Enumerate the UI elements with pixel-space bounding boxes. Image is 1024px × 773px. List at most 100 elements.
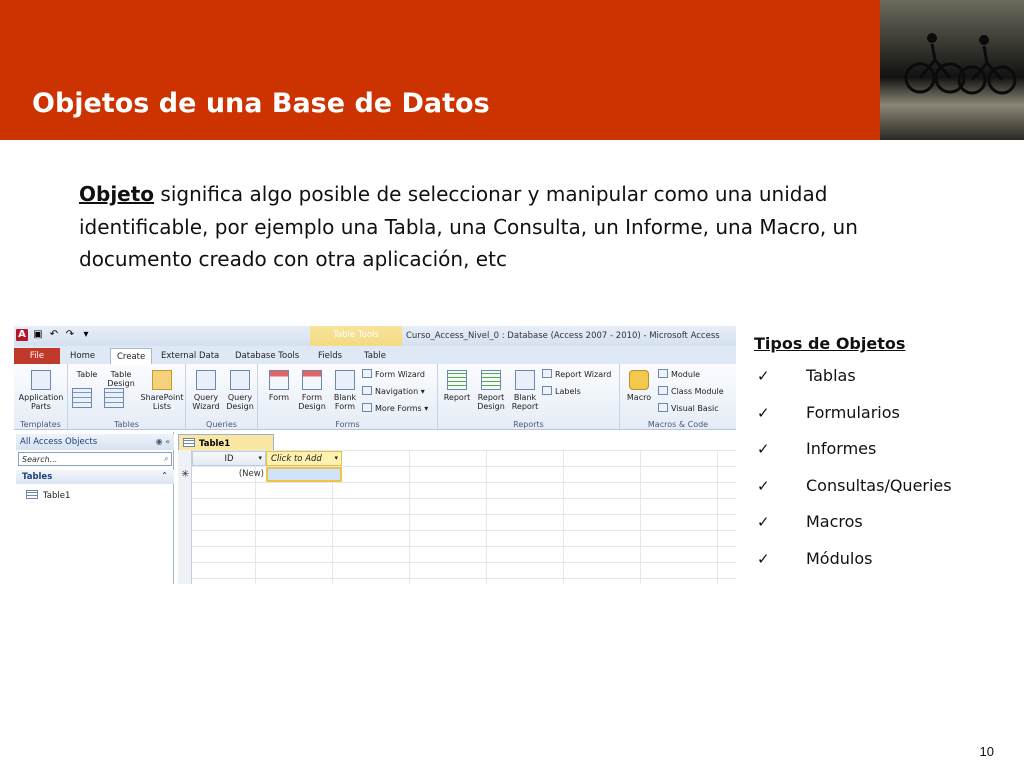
labels-button[interactable]: Labels bbox=[542, 386, 581, 396]
tab-create[interactable]: Create bbox=[110, 348, 153, 364]
form-wizard-icon bbox=[362, 369, 372, 378]
group-reports: Report Report Design Blank Report Report… bbox=[438, 364, 620, 430]
nav-pane-toggle-icon[interactable]: ◉ « bbox=[156, 437, 170, 446]
nav-section-tables[interactable]: Tables ⌃ bbox=[16, 470, 174, 484]
dropdown-arrow-icon[interactable]: ▾ bbox=[334, 454, 338, 462]
table-design-button[interactable]: Table Design bbox=[104, 370, 138, 408]
tab-table[interactable]: Table bbox=[358, 348, 392, 364]
application-parts-button[interactable]: Application Parts bbox=[16, 370, 66, 411]
column-header-click-to-add[interactable]: Click to Add ▾ bbox=[266, 451, 342, 466]
table-button[interactable]: Table bbox=[72, 370, 102, 408]
nav-search-input[interactable]: Search... ⌕ bbox=[18, 452, 172, 466]
group-macros-code: Macro Module Class Module Visual Basic M… bbox=[620, 364, 736, 430]
table-icon bbox=[26, 490, 38, 499]
macro-button[interactable]: Macro bbox=[624, 370, 654, 402]
group-label-tables: Tables bbox=[114, 420, 139, 429]
tipos-item-label: Macros bbox=[806, 512, 863, 531]
ribbon-tabs: File Home Create External Data Database … bbox=[14, 346, 736, 364]
definition-text: significa algo posible de seleccionar y … bbox=[79, 182, 858, 271]
group-label-macros-code: Macros & Code bbox=[647, 420, 709, 429]
tipos-item-label: Formularios bbox=[806, 402, 900, 422]
access-screenshot: A ▣ ↶ ↷ ▾ Curso_Access_Nivel_0 : Databas… bbox=[14, 326, 736, 584]
table-icon bbox=[72, 388, 92, 408]
new-row-id-cell[interactable]: (New) bbox=[192, 467, 266, 482]
access-logo-icon: A bbox=[16, 329, 28, 341]
report-design-icon bbox=[481, 370, 501, 390]
group-label-reports: Reports bbox=[513, 420, 544, 429]
group-label-forms: Forms bbox=[335, 420, 360, 429]
form-design-icon bbox=[302, 370, 322, 390]
tab-external-data[interactable]: External Data bbox=[155, 348, 225, 364]
tab-home[interactable]: Home bbox=[64, 348, 101, 364]
ribbon: Application Parts Templates Table Table … bbox=[14, 364, 736, 430]
module-button[interactable]: Module bbox=[658, 369, 700, 379]
checkmark-icon: ✓ bbox=[757, 513, 770, 531]
form-button[interactable]: Form bbox=[264, 370, 294, 402]
form-wizard-button[interactable]: Form Wizard bbox=[362, 369, 425, 379]
sharepoint-lists-icon bbox=[152, 370, 172, 390]
group-templates: Application Parts Templates bbox=[14, 364, 68, 430]
query-wizard-icon bbox=[196, 370, 216, 390]
report-wizard-icon bbox=[542, 369, 552, 378]
tipos-item-label: Tablas bbox=[806, 366, 856, 385]
window-title: Curso_Access_Nivel_0 : Database (Access … bbox=[406, 331, 720, 341]
more-forms-icon bbox=[362, 403, 372, 412]
query-design-icon bbox=[230, 370, 250, 390]
tipos-item-label: Módulos bbox=[806, 548, 873, 568]
customize-qat-icon[interactable]: ▾ bbox=[80, 329, 92, 341]
redo-icon[interactable]: ↷ bbox=[64, 329, 76, 341]
report-icon bbox=[447, 370, 467, 390]
navigation-button[interactable]: Navigation ▾ bbox=[362, 386, 425, 396]
undo-icon[interactable]: ↶ bbox=[48, 329, 60, 341]
checkmark-icon: ✓ bbox=[757, 476, 770, 495]
blank-form-button[interactable]: Blank Form bbox=[330, 370, 360, 411]
report-button[interactable]: Report bbox=[442, 370, 472, 402]
collapse-icon[interactable]: ⌃ bbox=[161, 471, 168, 480]
nav-pane-title: All Access Objects bbox=[20, 437, 98, 447]
blank-form-icon bbox=[335, 370, 355, 390]
nav-section-label: Tables bbox=[22, 472, 53, 482]
cyclists-silhouette bbox=[904, 33, 1017, 95]
labels-icon bbox=[542, 386, 552, 395]
visual-basic-button[interactable]: Visual Basic bbox=[658, 403, 719, 413]
blank-report-button[interactable]: Blank Report bbox=[510, 370, 540, 411]
cyclists-photo bbox=[880, 0, 1024, 140]
visual-basic-icon bbox=[658, 403, 668, 412]
slide-header: Objetos de una Base de Datos bbox=[0, 0, 880, 140]
module-icon bbox=[658, 369, 668, 378]
query-wizard-button[interactable]: Query Wizard bbox=[190, 370, 222, 411]
tipos-item-label: Consultas/Queries bbox=[806, 475, 952, 495]
tab-fields[interactable]: Fields bbox=[312, 348, 348, 364]
definition-paragraph: Objeto significa algo posible de selecci… bbox=[79, 178, 959, 276]
navigation-icon bbox=[362, 386, 372, 395]
tipos-title: Tipos de Objetos bbox=[754, 334, 906, 353]
document-tab-table1[interactable]: Table1 bbox=[178, 434, 274, 450]
nav-pane-header[interactable]: All Access Objects ◉ « bbox=[16, 434, 174, 450]
class-module-button[interactable]: Class Module bbox=[658, 386, 724, 396]
nav-search-placeholder: Search... bbox=[22, 455, 58, 464]
column-header-id[interactable]: ID ▾ bbox=[192, 451, 266, 466]
tab-file[interactable]: File bbox=[14, 348, 60, 364]
form-design-button[interactable]: Form Design bbox=[296, 370, 328, 411]
query-design-button[interactable]: Query Design bbox=[224, 370, 256, 411]
application-parts-icon bbox=[31, 370, 51, 390]
blank-report-icon bbox=[515, 370, 535, 390]
slide-title: Objetos de una Base de Datos bbox=[32, 88, 490, 119]
tab-database-tools[interactable]: Database Tools bbox=[229, 348, 305, 364]
group-forms: Form Form Design Blank Form Form Wizard … bbox=[258, 364, 438, 430]
tipos-item-label: Informes bbox=[806, 439, 877, 458]
definition-term: Objeto bbox=[79, 182, 155, 206]
new-record-icon: ✳ bbox=[181, 469, 190, 480]
search-icon[interactable]: ⌕ bbox=[164, 454, 168, 464]
save-icon[interactable]: ▣ bbox=[32, 329, 44, 341]
dropdown-arrow-icon[interactable]: ▾ bbox=[258, 454, 262, 462]
group-tables: Table Table Design SharePoint Lists Tabl… bbox=[68, 364, 186, 430]
sharepoint-lists-button[interactable]: SharePoint Lists bbox=[140, 370, 184, 411]
checkmark-icon: ✓ bbox=[757, 367, 770, 385]
contextual-tab-label: Table Tools bbox=[333, 330, 379, 340]
more-forms-button[interactable]: More Forms ▾ bbox=[362, 403, 428, 413]
report-design-button[interactable]: Report Design bbox=[474, 370, 508, 411]
new-row-selected-cell[interactable] bbox=[266, 467, 342, 482]
report-wizard-button[interactable]: Report Wizard bbox=[542, 369, 611, 379]
nav-item-table1[interactable]: Table1 bbox=[26, 490, 70, 501]
